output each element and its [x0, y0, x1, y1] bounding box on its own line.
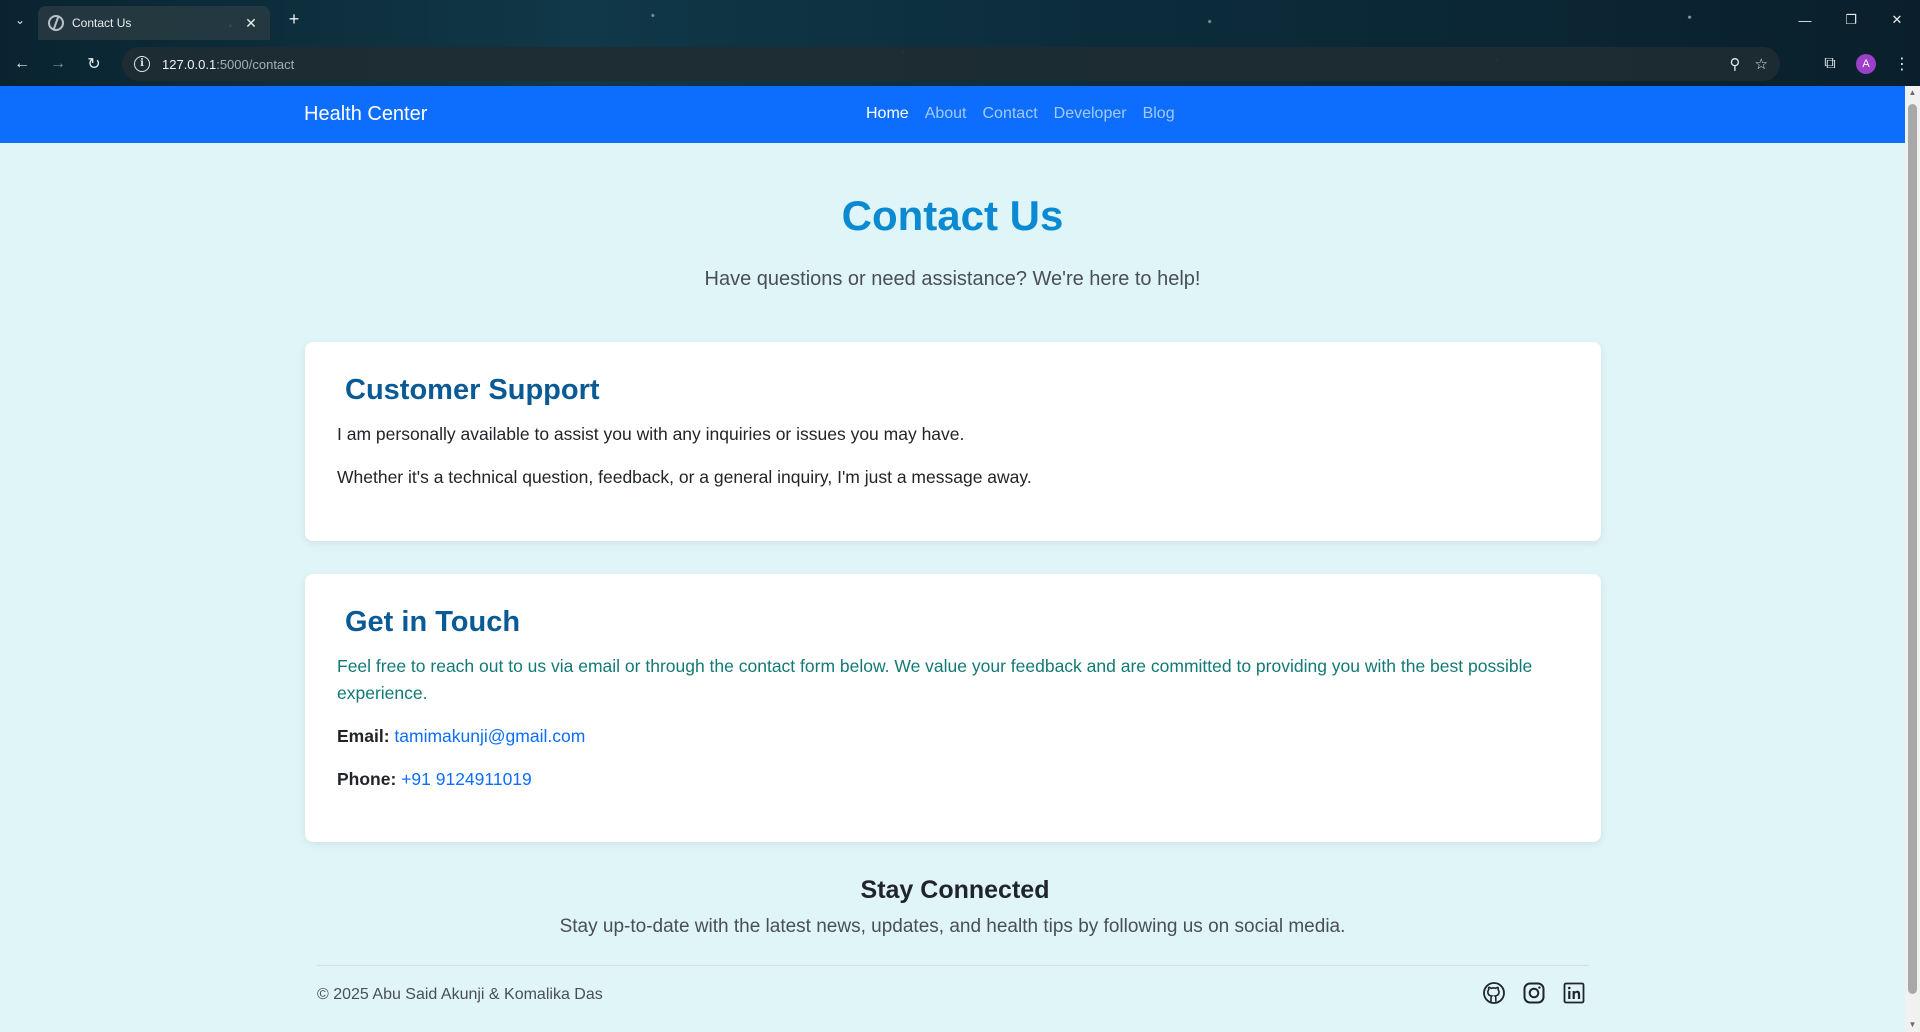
- scroll-down-arrow-icon[interactable]: ▼: [1905, 1018, 1920, 1032]
- nav-link-contact[interactable]: Contact: [975, 105, 1046, 123]
- copyright-text: © 2025 Abu Said Akunji & Komalika Das: [317, 986, 603, 1003]
- nav-link-about[interactable]: About: [917, 105, 975, 123]
- avatar: A: [1856, 54, 1876, 74]
- new-tab-icon[interactable]: +: [282, 8, 306, 32]
- scroll-up-arrow-icon[interactable]: ▲: [1905, 86, 1920, 100]
- window-controls: — ❐ ✕: [1782, 0, 1920, 40]
- site-info-icon[interactable]: i: [134, 56, 150, 72]
- browser-chrome: ⌄ Contact Us ✕ + — ❐ ✕ ← → ↻ i 127.0.0.1…: [0, 0, 1920, 86]
- stay-connected-title: Stay Connected: [860, 876, 1050, 904]
- support-paragraph-2: Whether it's a technical question, feedb…: [337, 467, 1032, 487]
- footer-divider: [317, 965, 1589, 966]
- phone-label: Phone:: [337, 769, 397, 789]
- phone-link[interactable]: +91 9124911019: [401, 769, 532, 789]
- forward-icon[interactable]: →: [44, 50, 72, 78]
- nav-link-developer[interactable]: Developer: [1046, 105, 1135, 123]
- nav-link-home[interactable]: Home: [858, 105, 917, 123]
- github-icon[interactable]: [1482, 981, 1506, 1005]
- page-scrollbar[interactable]: ▲ ▼: [1905, 86, 1920, 1032]
- customer-support-card: Customer Support I am personally availab…: [305, 342, 1601, 541]
- bookmark-star-icon[interactable]: ☆: [1755, 55, 1768, 73]
- url-host: 127.0.0.1: [162, 56, 217, 72]
- nav-link-blog[interactable]: Blog: [1135, 105, 1183, 123]
- tab-search-chevron-icon[interactable]: ⌄: [8, 8, 32, 32]
- get-in-touch-lead: Feel free to reach out to us via email o…: [337, 656, 1533, 703]
- restore-icon[interactable]: ❐: [1828, 0, 1874, 40]
- email-row: Email: tamimakunji@gmail.com: [337, 723, 1569, 750]
- support-paragraph-1: I am personally available to assist you …: [337, 424, 965, 444]
- zoom-icon[interactable]: ⚲: [1730, 55, 1741, 73]
- scroll-thumb[interactable]: [1908, 104, 1917, 994]
- url-path: :5000/contact: [216, 56, 295, 72]
- linkedin-icon[interactable]: [1562, 981, 1586, 1005]
- page-viewport: Health Center Home About Contact Develop…: [0, 86, 1905, 1032]
- email-link[interactable]: tamimakunji@gmail.com: [394, 726, 585, 746]
- back-icon[interactable]: ←: [8, 50, 36, 78]
- extensions-icon[interactable]: ⧉: [1812, 46, 1848, 82]
- email-label: Email:: [337, 726, 390, 746]
- globe-icon: [48, 15, 64, 31]
- site-navbar: Health Center Home About Contact Develop…: [0, 86, 1905, 143]
- stay-connected-subtitle: Stay up-to-date with the latest news, up…: [559, 916, 1346, 937]
- social-links: [1482, 981, 1586, 1005]
- reload-icon[interactable]: ↻: [80, 50, 108, 78]
- tab-strip: ⌄ Contact Us ✕ + — ❐ ✕: [0, 0, 1920, 40]
- brand-link[interactable]: Health Center: [304, 103, 427, 126]
- phone-row: Phone: +91 9124911019: [337, 766, 1569, 793]
- menu-kebab-icon[interactable]: ⋮: [1884, 46, 1920, 82]
- get-in-touch-title: Get in Touch: [345, 606, 521, 638]
- page-subtitle: Have questions or need assistance? We're…: [704, 268, 1201, 290]
- close-tab-icon[interactable]: ✕: [242, 15, 260, 32]
- tab-title: Contact Us: [72, 16, 132, 30]
- minimize-icon[interactable]: —: [1782, 0, 1828, 40]
- customer-support-title: Customer Support: [345, 374, 600, 406]
- close-window-icon[interactable]: ✕: [1874, 0, 1920, 40]
- get-in-touch-card: Get in Touch Feel free to reach out to u…: [305, 574, 1601, 842]
- page-title: Contact Us: [841, 192, 1064, 239]
- instagram-icon[interactable]: [1522, 981, 1546, 1005]
- nav-links: Home About Contact Developer Blog: [858, 105, 1183, 123]
- address-bar[interactable]: i 127.0.0.1:5000/contact ⚲ ☆: [122, 47, 1780, 81]
- profile-button[interactable]: A: [1848, 46, 1884, 82]
- browser-toolbar: ← → ↻ i 127.0.0.1:5000/contact ⚲ ☆ ⧉ A ⋮: [0, 42, 1920, 86]
- browser-tab[interactable]: Contact Us ✕: [38, 6, 270, 40]
